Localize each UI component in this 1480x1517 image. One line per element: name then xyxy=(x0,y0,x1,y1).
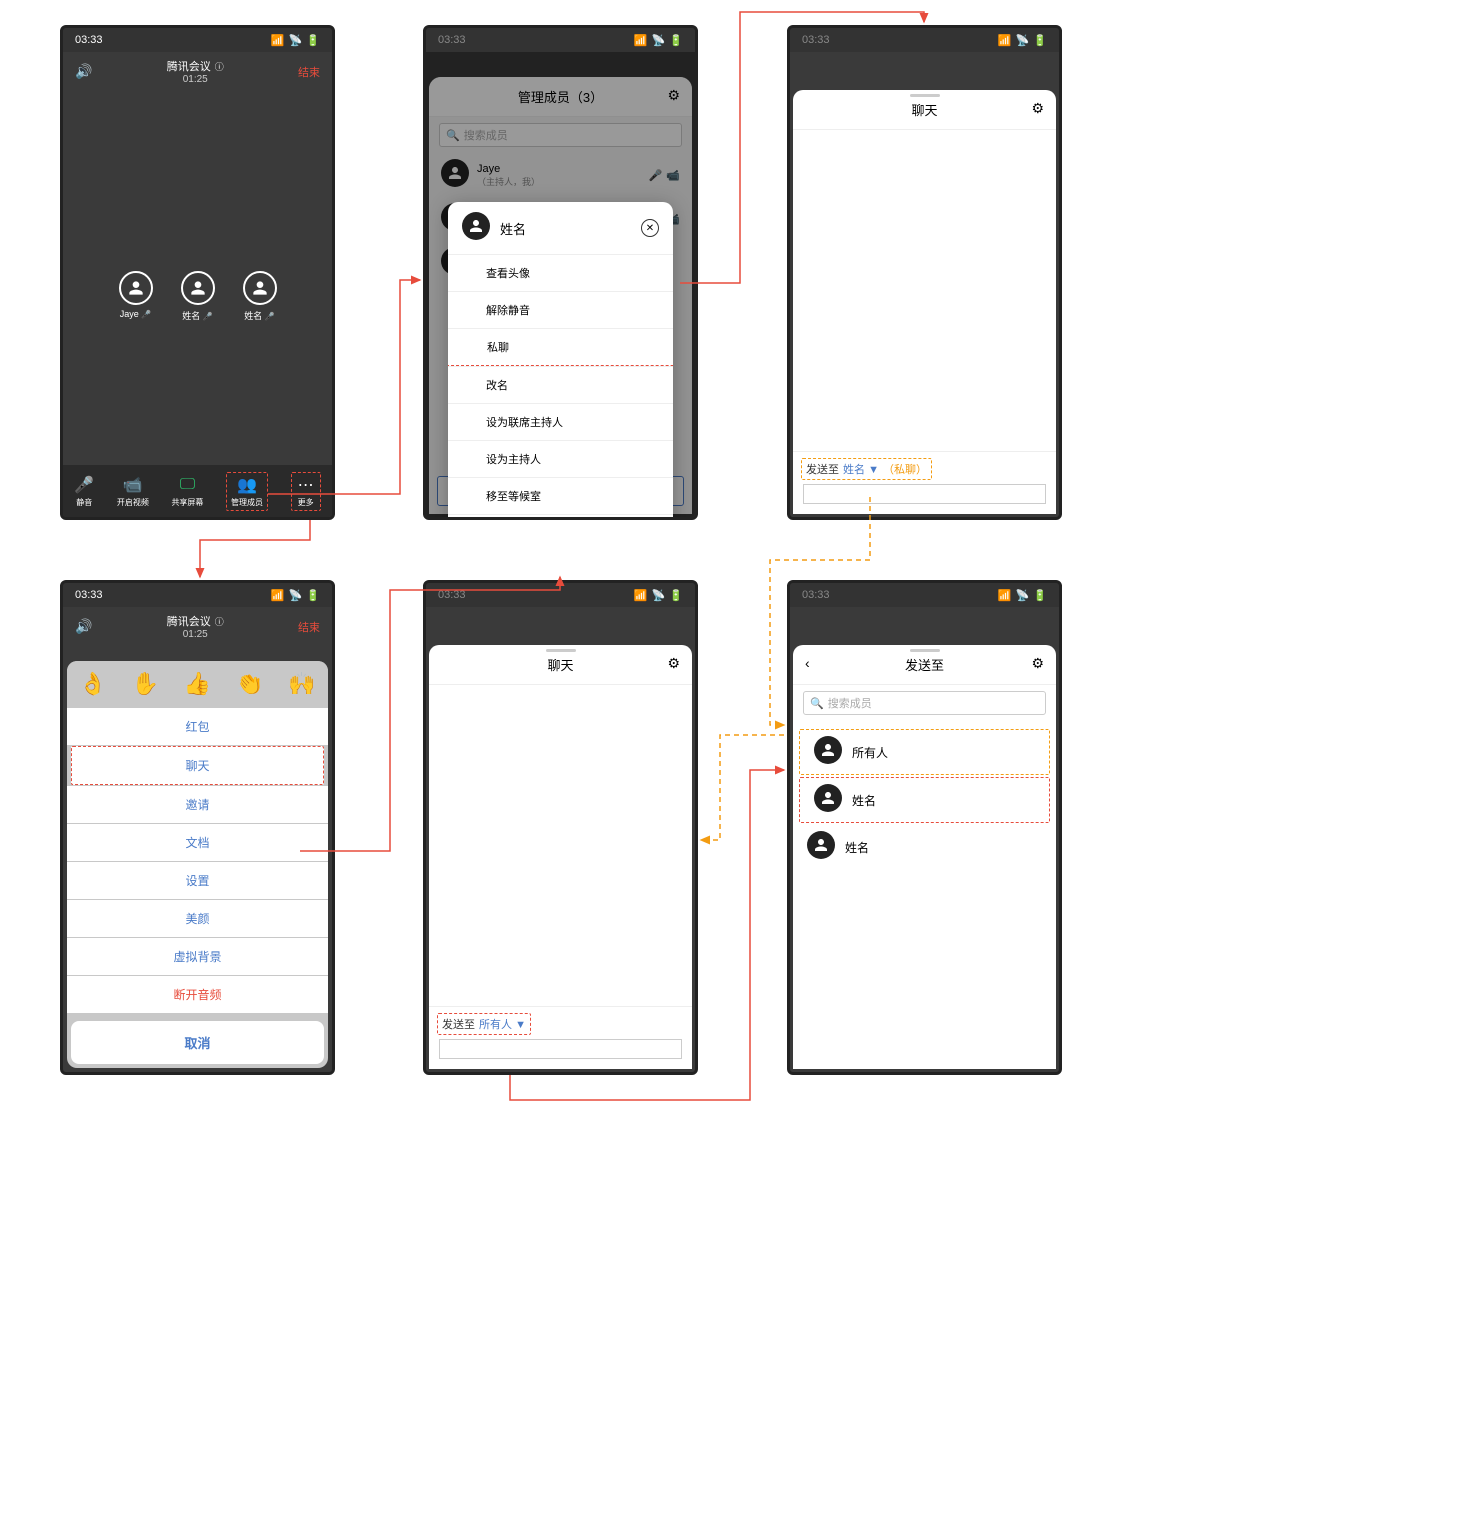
emoji-raise[interactable]: 🙌 xyxy=(288,671,315,697)
send-to-header: ‹ 发送至 ⚙ xyxy=(793,645,1056,685)
back-icon[interactable]: ‹ xyxy=(805,655,810,671)
bottom-toolbar: 🎤静音 📹开启视频 🖵共享屏幕 👥管理成员 ⋯更多 xyxy=(63,465,332,517)
recipient-all[interactable]: 所有人 xyxy=(799,729,1050,775)
send-to-selector[interactable]: 发送至 所有人 ▼ xyxy=(437,1013,531,1035)
member-action-popup: 姓名 ✕ 查看头像 解除静音 私聊 改名 设为联席主持人 设为主持人 移至等候室… xyxy=(448,202,673,520)
participant: Jaye 🎤 xyxy=(119,271,153,322)
status-bar: 03:33 📶📡🔋 xyxy=(426,583,695,607)
share-screen-button[interactable]: 🖵共享屏幕 xyxy=(171,475,203,508)
more-action-sheet: 👌 ✋ 👍 👏 🙌 红包 聊天 邀请 文档 设置 美颜 虚拟背景 断开音频 取消 xyxy=(67,661,328,1068)
manage-members-button[interactable]: 👥管理成员 xyxy=(226,472,268,511)
phone-send-to-list: 03:33 📶📡🔋 ‹ 发送至 ⚙ 🔍 搜索成员 所有人 姓名 xyxy=(787,580,1062,1075)
chat-header: 聊天 ⚙ xyxy=(793,90,1056,130)
mute-button[interactable]: 🎤静音 xyxy=(74,475,94,508)
emoji-clap[interactable]: 👏 xyxy=(236,671,263,697)
phone-meeting-main: 03:33 📶📡🔋 🔊 腾讯会议ⓘ 01:25 结束 Jaye 🎤 姓名 🎤 姓… xyxy=(60,25,335,520)
menu-disconnect-audio[interactable]: 断开音频 xyxy=(67,976,328,1013)
menu-invite[interactable]: 邀请 xyxy=(67,786,328,823)
status-bar: 03:33 📶📡🔋 xyxy=(426,28,695,52)
gear-icon[interactable]: ⚙ xyxy=(1031,655,1044,672)
end-meeting-button[interactable]: 结束 xyxy=(298,64,320,80)
close-icon[interactable]: ✕ xyxy=(641,219,659,237)
phone-chat-all: 03:33 📶📡🔋 聊天 ⚙ 发送至 所有人 ▼ xyxy=(423,580,698,1075)
action-cohost[interactable]: 设为联席主持人 xyxy=(448,403,673,440)
cancel-button[interactable]: 取消 xyxy=(71,1021,324,1064)
menu-settings[interactable]: 设置 xyxy=(67,862,328,899)
send-to-selector[interactable]: 发送至 姓名 ▼ （私聊） xyxy=(801,458,932,480)
meeting-duration: 01:25 xyxy=(92,74,298,85)
participants-grid: Jaye 🎤 姓名 🎤 姓名 🎤 xyxy=(63,271,332,322)
menu-red-packet[interactable]: 红包 xyxy=(67,708,328,745)
video-button[interactable]: 📹开启视频 xyxy=(117,475,149,508)
menu-beauty[interactable]: 美颜 xyxy=(67,900,328,937)
app-title: 腾讯会议 xyxy=(167,58,211,74)
status-bar: 03:33 📶📡🔋 xyxy=(790,28,1059,52)
action-host[interactable]: 设为主持人 xyxy=(448,440,673,477)
participant: 姓名 🎤 xyxy=(243,271,277,322)
emoji-ok[interactable]: 👌 xyxy=(79,671,106,697)
recipient-name[interactable]: 姓名 xyxy=(793,825,1056,869)
emoji-row: 👌 ✋ 👍 👏 🙌 xyxy=(67,661,328,707)
participant: 姓名 🎤 xyxy=(181,271,215,322)
action-report[interactable]: 举报 xyxy=(448,514,673,520)
phone-chat-private: 03:33 📶📡🔋 聊天 ⚙ 发送至 姓名 ▼ （私聊） xyxy=(787,25,1062,520)
recipient-name[interactable]: 姓名 xyxy=(799,777,1050,823)
phone-manage-members: 03:33 📶📡🔋 管理成员（3） ⚙ 🔍 搜索成员 Jaye （主持人，我） … xyxy=(423,25,698,520)
status-bar: 03:33 📶📡🔋 xyxy=(63,583,332,607)
action-waiting-room[interactable]: 移至等候室 xyxy=(448,477,673,514)
emoji-hand[interactable]: ✋ xyxy=(132,671,159,697)
speaker-icon[interactable]: 🔊 xyxy=(75,63,92,80)
phone-more-menu: 03:33 📶📡🔋 🔊 腾讯会议ⓘ 01:25 结束 👌 ✋ 👍 👏 🙌 红包 … xyxy=(60,580,335,1075)
speaker-icon[interactable]: 🔊 xyxy=(75,618,92,635)
menu-bg[interactable]: 虚拟背景 xyxy=(67,938,328,975)
status-icons: 📶📡🔋 xyxy=(271,34,320,47)
menu-docs[interactable]: 文档 xyxy=(67,824,328,861)
action-unmute[interactable]: 解除静音 xyxy=(448,291,673,328)
gear-icon[interactable]: ⚙ xyxy=(1031,100,1044,117)
action-view-avatar[interactable]: 查看头像 xyxy=(448,254,673,291)
action-private-chat[interactable]: 私聊 xyxy=(448,328,673,366)
meeting-header: 🔊 腾讯会议ⓘ 01:25 结束 xyxy=(63,52,332,91)
action-rename[interactable]: 改名 xyxy=(448,366,673,403)
gear-icon[interactable]: ⚙ xyxy=(667,655,680,672)
chat-header: 聊天 ⚙ xyxy=(429,645,692,685)
menu-chat[interactable]: 聊天 xyxy=(71,746,324,785)
chat-input[interactable] xyxy=(803,484,1046,504)
chat-input[interactable] xyxy=(439,1039,682,1059)
status-bar: 03:33 📶📡🔋 xyxy=(790,583,1059,607)
popup-title: 姓名 xyxy=(500,219,526,238)
more-button[interactable]: ⋯更多 xyxy=(291,472,321,511)
status-bar: 03:33 📶📡🔋 xyxy=(63,28,332,52)
search-input[interactable]: 🔍 搜索成员 xyxy=(803,691,1046,715)
end-meeting-button[interactable]: 结束 xyxy=(298,619,320,635)
status-time: 03:33 xyxy=(75,34,103,46)
emoji-thumbs[interactable]: 👍 xyxy=(184,671,211,697)
